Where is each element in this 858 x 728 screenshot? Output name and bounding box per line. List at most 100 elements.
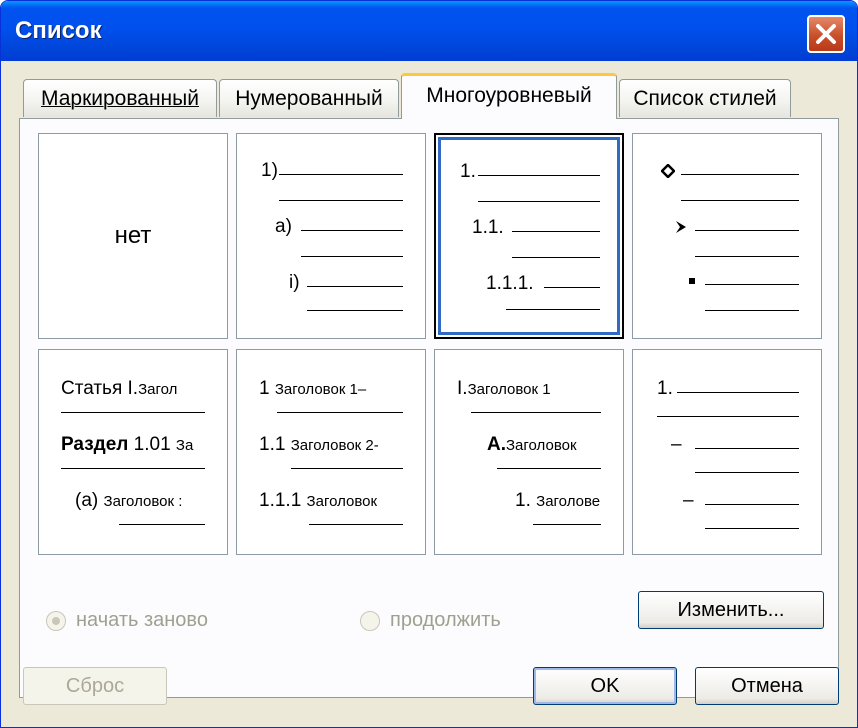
level-3-number: 1.1.1. <box>486 273 534 294</box>
level-3-number: i) <box>289 272 300 293</box>
level-line <box>478 175 600 176</box>
restart-radio[interactable] <box>46 611 66 631</box>
level-line <box>677 392 799 393</box>
level-line <box>61 412 205 413</box>
level-line <box>512 231 600 232</box>
level-line <box>119 524 205 525</box>
restart-radio-dot <box>52 617 60 625</box>
list-option-dash[interactable]: 1. – – <box>632 349 822 555</box>
level-line <box>471 412 601 413</box>
cancel-button[interactable]: Отмена <box>695 667 839 705</box>
level-line <box>307 286 403 287</box>
level-line <box>478 201 600 202</box>
close-icon <box>816 24 836 44</box>
level-line <box>695 472 799 473</box>
level-line <box>291 468 403 469</box>
tab-panel: нет 1) a) i) 1. 1.1. 1.1.1. Статья I.Заг… <box>19 118 839 698</box>
level-line <box>681 174 799 175</box>
level-1-number: 1. <box>657 378 673 399</box>
dialog-body: Маркированный Нумерованный Многоуровневы… <box>5 61 853 723</box>
level-3-text: 1. Заголове <box>515 490 600 512</box>
tab-bulleted[interactable]: Маркированный <box>23 79 217 117</box>
heading-2-sample: За <box>175 437 194 454</box>
dialog-title: Список <box>15 17 102 44</box>
list-option-parenthesis[interactable]: 1) a) i) <box>236 133 426 339</box>
title-bar[interactable]: Список <box>1 1 857 61</box>
tab-list-styles-label: Список стилей <box>633 87 777 110</box>
level-3-bullet: – <box>683 490 694 511</box>
heading-1-sample: Загол <box>138 381 178 398</box>
level-line <box>695 256 799 257</box>
level-1-number: I. <box>127 378 139 399</box>
list-option-decimal-outline[interactable]: 1. 1.1. 1.1.1. <box>434 133 624 339</box>
diamond-bullet-icon <box>661 164 675 178</box>
level-2-number: A. <box>487 434 506 455</box>
level-line <box>307 310 403 311</box>
list-option-none[interactable]: нет <box>38 133 228 339</box>
heading-2-sample: Заголовок <box>506 437 577 454</box>
level-1-text: I.Заголовок 1 <box>457 378 551 400</box>
list-option-symbols[interactable] <box>632 133 822 339</box>
tab-bulleted-label: Маркированный <box>41 87 199 110</box>
ok-button[interactable]: OK <box>533 667 677 705</box>
level-line <box>681 200 799 201</box>
level-1-word: Статья <box>61 378 123 399</box>
tab-list-styles[interactable]: Список стилей <box>619 79 791 117</box>
level-3-text: 1.1.1 Заголовок <box>259 490 377 512</box>
level-2-word: Раздел <box>61 434 129 455</box>
level-line <box>705 284 799 285</box>
level-2-text: Раздел 1.01 За <box>61 434 193 456</box>
heading-3-sample: Заголове <box>536 493 601 510</box>
level-line <box>309 524 403 525</box>
level-line <box>61 468 205 469</box>
close-button[interactable] <box>807 15 845 53</box>
level-1-number: I. <box>457 378 468 399</box>
level-3-number: 1. <box>515 490 531 511</box>
level-2-number: a) <box>275 216 292 237</box>
tab-numbered[interactable]: Нумерованный <box>219 79 399 117</box>
list-dialog: Список Маркированный Нумерованный Многоу… <box>0 0 858 728</box>
level-line <box>705 528 799 529</box>
level-2-bullet: – <box>671 434 682 455</box>
level-line <box>705 310 799 311</box>
tab-numbered-label: Нумерованный <box>235 87 383 110</box>
none-label: нет <box>114 222 152 249</box>
list-option-heading-decimal[interactable]: 1 Заголовок 1– 1.1 Заголовок 2- 1.1.1 За… <box>236 349 426 555</box>
level-2-text: A.Заголовок <box>487 434 577 456</box>
level-3-number: (a) <box>75 490 99 511</box>
continue-radio[interactable] <box>360 611 380 631</box>
modify-button[interactable]: Изменить... <box>638 591 824 629</box>
level-1-number: 1) <box>261 160 278 181</box>
continue-label: продолжить <box>390 609 501 631</box>
level-1-number: 1 <box>259 378 270 399</box>
level-2-number: 1.1 <box>259 434 286 455</box>
tab-multilevel[interactable]: Многоуровневый <box>401 73 617 119</box>
level-3-text: (a) Заголовок : <box>75 490 182 512</box>
level-line <box>533 524 601 525</box>
level-line <box>279 174 403 175</box>
level-line <box>695 448 799 449</box>
reset-button[interactable]: Сброс <box>23 667 167 705</box>
level-1-text: Статья I.Загол <box>61 378 177 400</box>
level-line <box>277 412 403 413</box>
level-line <box>544 287 600 288</box>
heading-1-sample: Заголовок 1– <box>274 381 367 398</box>
level-line <box>657 416 799 417</box>
level-line <box>512 257 600 258</box>
restart-label: начать заново <box>76 609 208 631</box>
level-1-text: 1 Заголовок 1– <box>259 378 366 400</box>
level-line <box>497 468 601 469</box>
list-option-article-section[interactable]: Статья I.Загол Раздел 1.01 За (a) Заголо… <box>38 349 228 555</box>
level-1-number: 1. <box>460 161 476 182</box>
tab-multilevel-label: Многоуровневый <box>426 84 592 107</box>
level-2-number: 1.1. <box>472 217 504 238</box>
level-line <box>506 309 600 310</box>
level-2-number: 1.01 <box>133 434 171 455</box>
level-line <box>301 256 403 257</box>
heading-3-sample: Заголовок : <box>103 493 183 510</box>
list-option-heading-roman[interactable]: I.Заголовок 1 A.Заголовок 1. Заголове <box>434 349 624 555</box>
arrow-bullet-icon <box>676 221 686 233</box>
level-3-number: 1.1.1 <box>259 490 302 511</box>
level-line <box>705 504 799 505</box>
heading-3-sample: Заголовок <box>306 493 378 510</box>
